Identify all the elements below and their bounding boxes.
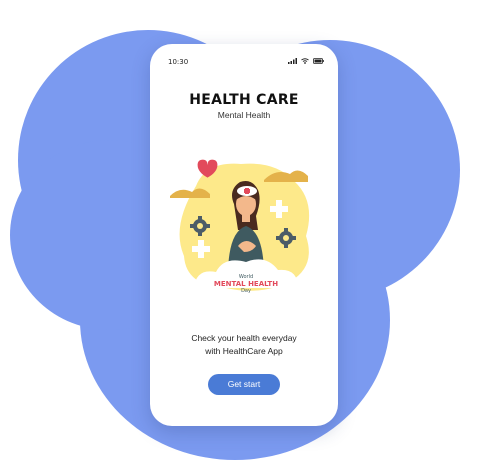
mental-health-illustration: World MENTAL HEALTH Day — [166, 156, 326, 306]
status-bar: 10:30 — [168, 58, 324, 68]
tag-line-day: Day — [241, 288, 251, 294]
wifi-icon — [301, 58, 309, 64]
page-subtitle: Mental Health — [217, 110, 271, 120]
status-icons — [288, 58, 324, 64]
phone-screen: 10:30 HEALTH CARE Mental Health World ME… — [150, 44, 338, 426]
battery-icon — [313, 58, 324, 64]
description-line-2: with HealthCare App — [205, 346, 283, 356]
description: Check your health everyday with HealthCa… — [150, 332, 338, 358]
tag-line-mental-health: MENTAL HEALTH — [213, 280, 279, 288]
signal-icon — [288, 58, 297, 64]
status-time: 10:30 — [168, 58, 189, 66]
get-start-button[interactable]: Get start — [208, 374, 280, 395]
page-title: HEALTH CARE — [189, 92, 299, 108]
world-day-tag: World MENTAL HEALTH Day — [166, 274, 326, 294]
description-line-1: Check your health everyday — [191, 333, 297, 343]
